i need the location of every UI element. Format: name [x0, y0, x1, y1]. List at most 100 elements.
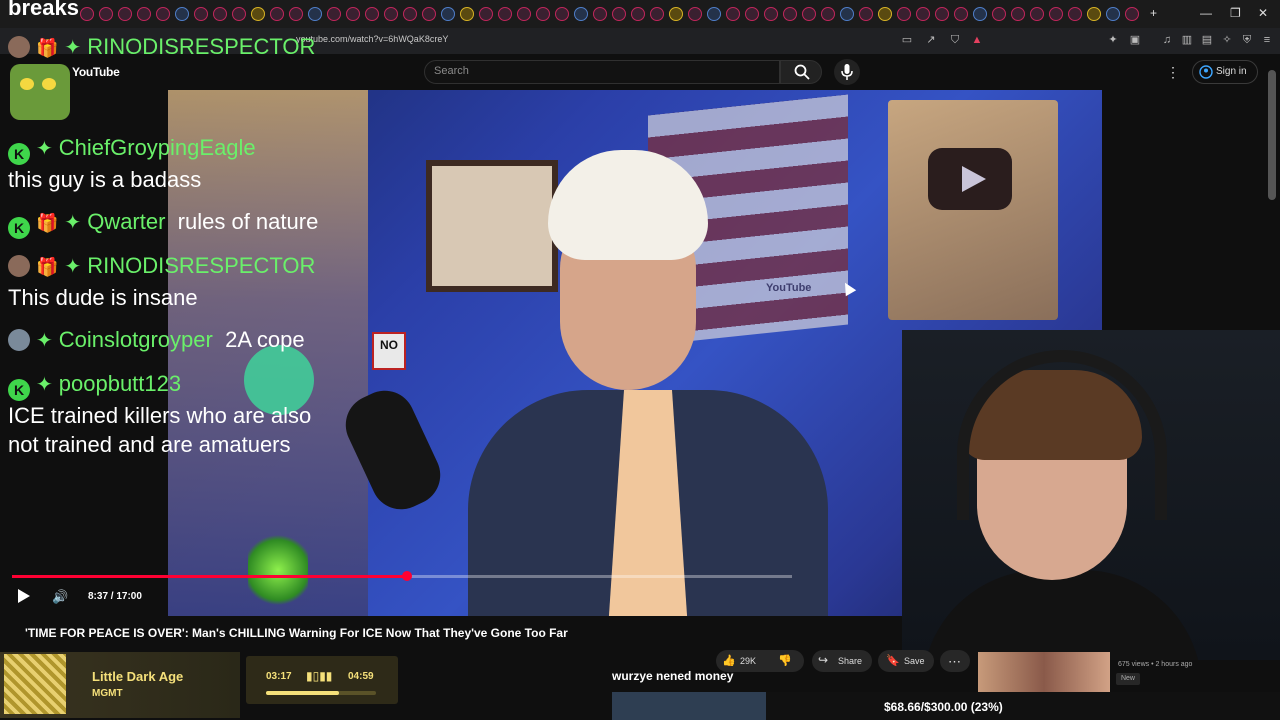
globe-avatar: [8, 329, 30, 351]
browser-tab[interactable]: [1049, 7, 1063, 21]
menu-icon[interactable]: ≡: [1260, 33, 1274, 47]
sub-badge-icon: ✦: [64, 256, 82, 278]
browser-tab[interactable]: [631, 7, 645, 21]
browser-tab[interactable]: [194, 7, 208, 21]
page-scrollbar[interactable]: [1268, 70, 1276, 200]
browser-tabs[interactable]: [80, 7, 1160, 21]
browser-tab[interactable]: [669, 7, 683, 21]
browser-tab[interactable]: [555, 7, 569, 21]
browser-tab[interactable]: [422, 7, 436, 21]
volume-icon[interactable]: 🔊: [52, 589, 68, 605]
browser-tab[interactable]: [688, 7, 702, 21]
browser-tab[interactable]: [650, 7, 664, 21]
browser-tab[interactable]: [840, 7, 854, 21]
install-app-icon[interactable]: ▭: [900, 33, 914, 47]
browser-tab[interactable]: [156, 7, 170, 21]
browser-tab[interactable]: [232, 7, 246, 21]
save-label: Save: [904, 656, 925, 666]
share-page-icon[interactable]: ↗: [924, 33, 938, 47]
browser-tab[interactable]: [726, 7, 740, 21]
brave-shield-icon[interactable]: ⛉: [948, 33, 962, 47]
browser-tab[interactable]: [802, 7, 816, 21]
rewards-icon[interactable]: ▲: [970, 33, 984, 47]
youtube-logo[interactable]: YouTube: [72, 65, 120, 79]
like-count[interactable]: 29K: [740, 656, 756, 666]
browser-tab[interactable]: [935, 7, 949, 21]
browser-tab[interactable]: [498, 7, 512, 21]
wallet-icon[interactable]: ▤: [1200, 33, 1214, 47]
browser-tab[interactable]: [612, 7, 626, 21]
new-tab-button[interactable]: +: [1150, 6, 1157, 20]
sidebar-icon[interactable]: ▥: [1180, 33, 1194, 47]
browser-tab[interactable]: [574, 7, 588, 21]
browser-tab[interactable]: [973, 7, 987, 21]
chat-username[interactable]: Coinslotgroyper: [59, 327, 213, 352]
voice-search-button[interactable]: [834, 59, 860, 85]
extensions-icon[interactable]: ✦: [1106, 33, 1120, 47]
browser-tab[interactable]: [878, 7, 892, 21]
browser-tab[interactable]: [536, 7, 550, 21]
close-window-button[interactable]: ✕: [1258, 6, 1268, 20]
lava-lamp: [248, 530, 308, 610]
maximize-button[interactable]: ❐: [1230, 6, 1241, 20]
chat-username[interactable]: RINODISRESPECTOR: [87, 34, 315, 59]
browser-tab[interactable]: [954, 7, 968, 21]
browser-tab[interactable]: [175, 7, 189, 21]
thumbs-up-icon[interactable]: 👍: [722, 654, 736, 667]
browser-tab[interactable]: [593, 7, 607, 21]
browser-tab[interactable]: [270, 7, 284, 21]
search-button[interactable]: [780, 60, 822, 84]
screenshot-icon[interactable]: ▣: [1128, 33, 1142, 47]
browser-tab[interactable]: [479, 7, 493, 21]
browser-tab[interactable]: [403, 7, 417, 21]
search-input[interactable]: [424, 60, 780, 84]
browser-tab[interactable]: [1030, 7, 1044, 21]
plaque-label: YouTube: [766, 282, 812, 294]
more-options-icon[interactable]: ⋮: [1166, 64, 1180, 81]
browser-tab[interactable]: [992, 7, 1006, 21]
chat-username[interactable]: RINODISRESPECTOR: [87, 253, 315, 278]
browser-tab[interactable]: [289, 7, 303, 21]
chat-username[interactable]: ChiefGroypingEagle: [59, 135, 256, 160]
browser-tab[interactable]: [137, 7, 151, 21]
chat-username[interactable]: poopbutt123: [59, 371, 181, 396]
url-field[interactable]: youtube.com/watch?v=6hWQaK8creY: [296, 34, 448, 44]
browser-tab[interactable]: [384, 7, 398, 21]
donation-goal-fill: [612, 692, 766, 720]
browser-tab[interactable]: [1125, 7, 1139, 21]
kick-badge-icon: K: [8, 143, 30, 165]
browser-tab[interactable]: [460, 7, 474, 21]
browser-tab[interactable]: [707, 7, 721, 21]
browser-tab[interactable]: [517, 7, 531, 21]
browser-tab[interactable]: [745, 7, 759, 21]
browser-tab[interactable]: [327, 7, 341, 21]
browser-tab[interactable]: [1106, 7, 1120, 21]
browser-tab[interactable]: [821, 7, 835, 21]
play-icon[interactable]: [18, 589, 30, 603]
minimize-button[interactable]: —: [1200, 6, 1212, 20]
stream-caption: wurzye nened money: [612, 669, 734, 683]
browser-tab[interactable]: [80, 7, 94, 21]
browser-tab[interactable]: [441, 7, 455, 21]
vpn-icon[interactable]: ⛨: [1240, 33, 1254, 47]
media-icon[interactable]: ♫: [1160, 33, 1174, 47]
browser-tab[interactable]: [251, 7, 265, 21]
browser-tab[interactable]: [365, 7, 379, 21]
browser-tab[interactable]: [916, 7, 930, 21]
browser-tab[interactable]: [99, 7, 113, 21]
recommended-thumbnail[interactable]: [978, 652, 1110, 692]
browser-tab[interactable]: [346, 7, 360, 21]
leo-ai-icon[interactable]: ✧: [1220, 33, 1234, 47]
browser-tab[interactable]: [764, 7, 778, 21]
browser-tab[interactable]: [213, 7, 227, 21]
browser-tab[interactable]: [897, 7, 911, 21]
browser-tab[interactable]: [1087, 7, 1101, 21]
browser-tab[interactable]: [1068, 7, 1082, 21]
chat-username[interactable]: Qwarter: [87, 209, 165, 234]
browser-tab[interactable]: [118, 7, 132, 21]
browser-tab[interactable]: [859, 7, 873, 21]
thumbs-down-icon[interactable]: 👎: [778, 654, 792, 667]
browser-tab[interactable]: [308, 7, 322, 21]
browser-tab[interactable]: [1011, 7, 1025, 21]
browser-tab[interactable]: [783, 7, 797, 21]
